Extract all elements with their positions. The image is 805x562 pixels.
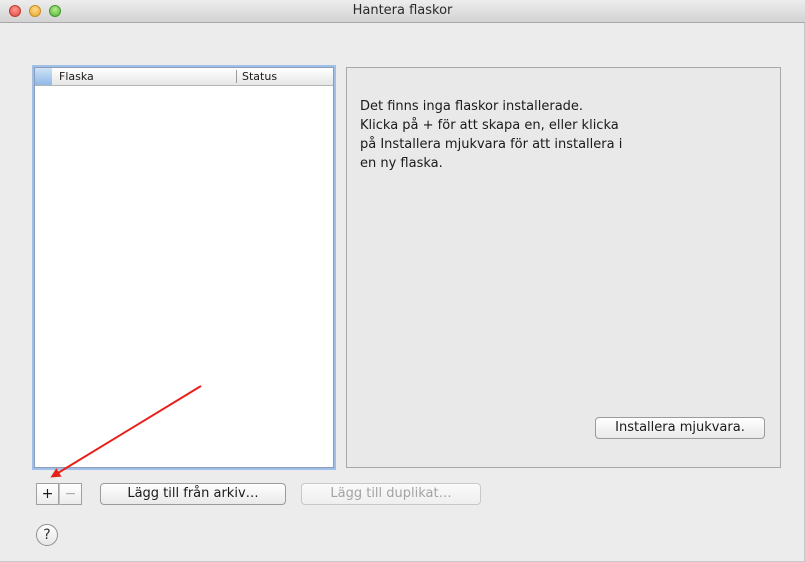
manage-bottles-window: Hantera flaskor Flaska Status Det finns … <box>0 0 805 562</box>
message-line: en ny flaska. <box>360 156 443 171</box>
title-bar[interactable]: Hantera flaskor <box>0 0 805 23</box>
column-header-flaska[interactable]: Flaska <box>59 70 94 83</box>
info-panel: Det finns inga flaskor installerade. Kli… <box>346 67 781 468</box>
bottle-list[interactable]: Flaska Status <box>34 67 334 468</box>
column-header-status[interactable]: Status <box>242 70 277 83</box>
add-duplicate-button: Lägg till duplikat… <box>301 483 481 505</box>
window-title: Hantera flaskor <box>352 3 453 18</box>
list-header: Flaska Status <box>35 68 333 86</box>
add-bottle-button[interactable]: + <box>36 483 59 505</box>
install-software-button[interactable]: Installera mjukvara. <box>595 417 765 439</box>
message-line: Det finns inga flaskor installerade. <box>360 99 584 114</box>
help-button[interactable]: ? <box>36 524 58 546</box>
selection-column-header[interactable] <box>35 68 52 85</box>
message-line: Klicka på + för att skapa en, eller klic… <box>360 118 619 133</box>
add-from-archive-button[interactable]: Lägg till från arkiv… <box>100 483 286 505</box>
message-line: på Installera mjukvara för att installer… <box>360 137 623 152</box>
empty-message: Det finns inga flaskor installerade. Kli… <box>360 97 690 173</box>
column-divider[interactable] <box>236 70 237 83</box>
remove-bottle-button[interactable]: − <box>59 483 82 505</box>
